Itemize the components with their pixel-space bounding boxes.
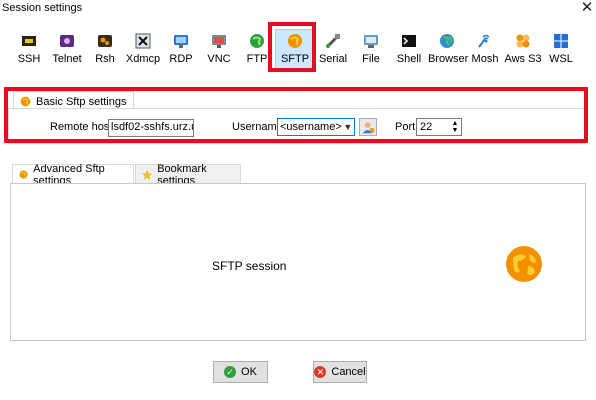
username-label: Username [232,121,283,133]
session-type-ftp[interactable]: FTP [238,30,276,70]
close-icon[interactable]: ✕ [578,0,596,16]
wsl-icon [554,34,568,48]
session-type-vnc[interactable]: VNC [200,30,238,70]
tab-advanced-sftp-settings[interactable]: Advanced Sftp settings [12,163,134,187]
session-type-aws-s3[interactable]: Aws S3 [504,30,542,70]
username-select[interactable]: <username> ▼ [277,118,355,136]
ssh-icon [22,36,36,46]
session-type-shell[interactable]: Shell [390,30,428,70]
session-type-label: File [362,53,380,65]
session-type-mosh[interactable]: Mosh [466,30,504,70]
session-type-serial[interactable]: Serial [314,30,352,70]
port-value: 22 [420,121,433,133]
port-label: Port [395,121,416,133]
tab-bookmark-settings[interactable]: Bookmark settings [135,163,241,187]
shell-icon [402,35,416,47]
spin-arrows-icon[interactable]: ▲ ▼ [449,120,461,134]
rsh-icon [98,35,112,47]
telnet-icon [60,35,74,47]
session-type-label: Browser [428,53,469,65]
cancel-label: Cancel [331,366,366,378]
session-type-label: WSL [549,53,573,65]
session-type-label: Aws S3 [504,53,542,65]
file-icon [364,35,378,48]
user-icon [362,121,374,133]
star-icon [142,169,152,180]
session-type-telnet[interactable]: Telnet [48,30,86,70]
session-type-rsh[interactable]: Rsh [86,30,124,70]
session-type-label: Xdmcp [125,53,161,65]
user-manager-button[interactable] [359,118,377,136]
session-type-ssh[interactable]: SSH [10,30,48,70]
sftp-icon [20,96,31,107]
session-type-browser[interactable]: Browser [428,30,469,70]
username-value: <username> [280,121,342,133]
xdmcp-icon [135,33,151,49]
session-type-label: SSH [17,53,41,65]
session-type-xdmcp[interactable]: Xdmcp [124,30,162,70]
session-type-bar: SSH Telnet Rsh Xdmcp RDP VNC FTP SFTP Se… [10,29,580,71]
session-preview-panel [10,183,586,341]
browser-icon [440,34,454,48]
chevron-down-icon[interactable]: ▼ [342,122,354,132]
session-type-rdp[interactable]: RDP [162,30,200,70]
session-type-file[interactable]: File [352,30,390,70]
session-type-label: RDP [169,53,193,65]
ok-label: OK [241,366,257,378]
session-type-label: SFTP [280,53,310,65]
window-title: Session settings [2,2,83,14]
mosh-icon [478,34,490,48]
remote-host-input[interactable]: lsdf02-sshfs.urz.uni-h [108,119,194,137]
session-type-label: Telnet [52,53,82,65]
port-spinner[interactable]: 22 ▲ ▼ [416,118,462,136]
ftp-icon [250,34,264,48]
ok-button[interactable]: ✓ OK [213,361,268,383]
session-type-label: Rsh [95,53,115,65]
cancel-button[interactable]: ✕ Cancel [313,361,367,383]
rdp-icon [174,35,188,48]
session-type-description: SFTP session [212,259,287,273]
session-type-label: Shell [396,53,422,65]
aws-s3-icon [516,34,530,48]
session-type-label: VNC [207,53,231,65]
session-type-label: FTP [246,53,268,65]
globe-icon [506,246,542,282]
cancel-icon: ✕ [314,366,327,378]
tab-label: Basic Sftp settings [36,95,127,108]
sftp-icon [19,170,28,179]
session-type-sftp[interactable]: SFTP [275,29,315,71]
serial-icon [325,34,340,49]
session-type-label: Mosh [471,53,499,65]
check-icon: ✓ [224,366,237,378]
sftp-icon [288,34,302,48]
vnc-icon [212,35,226,48]
session-type-wsl[interactable]: WSL [542,30,580,70]
session-type-label: Serial [318,53,348,65]
